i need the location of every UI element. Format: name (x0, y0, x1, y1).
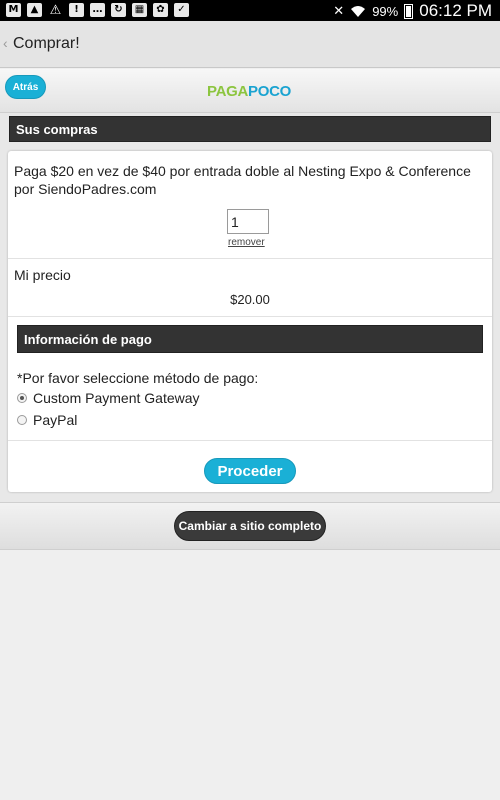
back-chevron-icon[interactable]: ‹ (3, 35, 8, 51)
radio-button[interactable] (17, 415, 27, 425)
price-value: $20.00 (230, 292, 270, 307)
notification-icons: M ▲ ⚠ ! … ↻ ▦ ✿ ✓ (6, 3, 189, 17)
radio-button-selected[interactable] (17, 393, 27, 403)
payment-option-custom-gateway[interactable]: Custom Payment Gateway (17, 390, 200, 406)
sync-icon: ↻ (111, 3, 126, 17)
divider (8, 440, 492, 441)
settings-icon: ✿ (153, 3, 168, 17)
action-bar: ‹ Comprar! (0, 21, 500, 68)
battery-percent: 99% (372, 3, 399, 19)
alert-icon: ! (69, 3, 84, 17)
payment-option-paypal[interactable]: PayPal (17, 412, 77, 428)
proceed-button[interactable]: Proceder (204, 458, 296, 484)
logo-part-poco: POCO (248, 83, 292, 100)
warning-icon: ⚠ (49, 2, 62, 18)
system-indicators: ✕ 99% 06:12 PM (333, 1, 492, 21)
remove-link[interactable]: remover (228, 237, 265, 248)
purchase-card: Paga $20 en vez de $40 por entrada doble… (8, 151, 492, 492)
main-content: Sus compras Paga $20 en vez de $40 por e… (0, 113, 500, 503)
page-header: Atrás PAGAPOCO (0, 69, 500, 113)
logo-part-paga: PAGA (207, 83, 249, 100)
divider (8, 258, 492, 259)
payment-option-label: PayPal (33, 412, 78, 428)
purchases-header: Sus compras (9, 116, 491, 142)
footer: Cambiar a sitio completo (0, 503, 500, 550)
message-icon: … (90, 3, 105, 17)
clock: 06:12 PM (419, 1, 492, 20)
payment-info-header: Información de pago (17, 325, 483, 353)
briefcase-icon: ✓ (174, 3, 189, 17)
divider (8, 316, 492, 317)
mute-icon: ✕ (333, 3, 345, 19)
battery-icon (404, 3, 414, 19)
image-icon: ▲ (27, 3, 42, 17)
payment-method-prompt: *Por favor seleccione método de pago: (17, 370, 259, 386)
quantity-input[interactable] (227, 209, 269, 234)
full-site-button[interactable]: Cambiar a sitio completo (174, 511, 326, 541)
empty-background (0, 550, 500, 800)
back-button[interactable]: Atrás (5, 75, 46, 99)
wifi-icon (351, 6, 366, 17)
status-bar: M ▲ ⚠ ! … ↻ ▦ ✿ ✓ ✕ 99% 06:12 PM (0, 0, 500, 21)
gmail-icon: M (6, 3, 21, 17)
pagapoco-logo: PAGAPOCO (207, 83, 291, 100)
payment-option-label: Custom Payment Gateway (33, 390, 200, 406)
my-price-label: Mi precio (14, 267, 71, 283)
app-title[interactable]: Comprar! (13, 35, 80, 53)
item-description: Paga $20 en vez de $40 por entrada doble… (14, 163, 471, 197)
calendar-icon: ▦ (132, 3, 147, 17)
